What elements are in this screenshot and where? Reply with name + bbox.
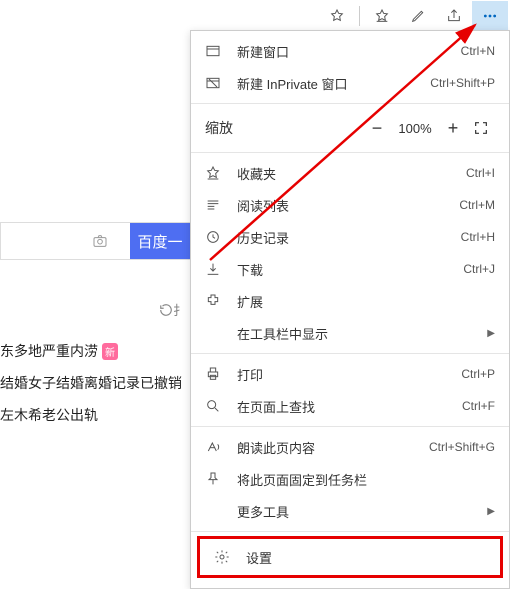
menu-print[interactable]: 打印 Ctrl+P	[191, 358, 509, 390]
search-button[interactable]: 百度一	[130, 223, 190, 259]
share-icon[interactable]	[436, 1, 472, 31]
browser-toolbar	[0, 0, 510, 32]
menu-label: 更多工具	[237, 502, 479, 521]
menu-shortcut: Ctrl+N	[461, 44, 495, 58]
extensions-icon	[205, 293, 227, 309]
news-item[interactable]: 结婚女子结婚离婚记录已撤销	[0, 367, 190, 399]
search-icon	[205, 398, 227, 414]
menu-label: 阅读列表	[237, 196, 459, 215]
more-menu-button[interactable]	[472, 1, 508, 31]
zoom-value: 100%	[391, 121, 439, 136]
news-item[interactable]: 东多地严重内涝 新	[0, 335, 190, 367]
menu-more-tools[interactable]: 更多工具 ▶	[191, 495, 509, 527]
star-icon	[205, 165, 227, 181]
menu-label: 新建 InPrivate 窗口	[237, 74, 430, 93]
menu-shortcut: Ctrl+F	[462, 399, 495, 413]
menu-label: 下载	[237, 260, 463, 279]
window-icon	[205, 43, 227, 59]
chevron-right-icon: ▶	[487, 506, 495, 517]
camera-icon[interactable]	[70, 233, 130, 249]
menu-label: 设置	[246, 548, 486, 567]
favorite-star-icon[interactable]	[319, 1, 355, 31]
menu-separator	[191, 103, 509, 104]
settings-highlight-box: 设置	[197, 536, 503, 578]
menu-label: 扩展	[237, 292, 495, 311]
inprivate-icon	[205, 75, 227, 91]
menu-separator	[191, 426, 509, 427]
toolbar-divider	[359, 6, 360, 26]
menu-shortcut: Ctrl+M	[459, 198, 495, 212]
read-aloud-icon	[205, 439, 227, 455]
menu-label: 收藏夹	[237, 164, 466, 183]
news-text: 结婚女子结婚离婚记录已撤销	[0, 373, 182, 393]
news-list: 东多地严重内涝 新 结婚女子结婚离婚记录已撤销 左木希老公出轨	[0, 335, 190, 431]
reading-list-icon	[205, 197, 227, 213]
menu-shortcut: Ctrl+H	[461, 230, 495, 244]
zoom-in-button[interactable]: +	[439, 114, 467, 142]
zoom-label: 缩放	[205, 118, 363, 138]
refresh-label: 扌	[173, 300, 186, 319]
menu-label: 打印	[237, 365, 461, 384]
menu-downloads[interactable]: 下载 Ctrl+J	[191, 253, 509, 285]
favorites-list-icon[interactable]	[364, 1, 400, 31]
new-badge: 新	[102, 343, 118, 360]
menu-shortcut: Ctrl+P	[461, 367, 495, 381]
menu-new-inprivate[interactable]: 新建 InPrivate 窗口 Ctrl+Shift+P	[191, 67, 509, 99]
menu-separator	[191, 353, 509, 354]
menu-label: 朗读此页内容	[237, 438, 429, 457]
chevron-right-icon: ▶	[487, 328, 495, 339]
menu-separator	[191, 531, 509, 532]
pin-icon	[205, 471, 227, 487]
menu-label: 将此页面固定到任务栏	[237, 470, 495, 489]
refresh-indicator[interactable]: 扌	[0, 300, 190, 319]
history-icon	[205, 229, 227, 245]
menu-shortcut: Ctrl+J	[463, 262, 495, 276]
menu-reading-list[interactable]: 阅读列表 Ctrl+M	[191, 189, 509, 221]
news-item[interactable]: 左木希老公出轨	[0, 399, 190, 431]
menu-show-in-toolbar[interactable]: 在工具栏中显示 ▶	[191, 317, 509, 349]
gear-icon	[214, 549, 236, 565]
menu-extensions[interactable]: 扩展	[191, 285, 509, 317]
more-menu: 新建窗口 Ctrl+N 新建 InPrivate 窗口 Ctrl+Shift+P…	[190, 30, 510, 589]
menu-label: 新建窗口	[237, 42, 461, 61]
download-icon	[205, 261, 227, 277]
page-background: 百度一 扌 东多地严重内涝 新 结婚女子结婚离婚记录已撤销 左木希老公出轨	[0, 32, 190, 546]
menu-shortcut: Ctrl+Shift+P	[430, 76, 495, 90]
menu-history[interactable]: 历史记录 Ctrl+H	[191, 221, 509, 253]
menu-favorites[interactable]: 收藏夹 Ctrl+I	[191, 157, 509, 189]
menu-separator	[191, 152, 509, 153]
news-text: 东多地严重内涝	[0, 341, 98, 361]
zoom-out-button[interactable]: −	[363, 114, 391, 142]
search-bar: 百度一	[0, 222, 190, 260]
menu-read-aloud[interactable]: 朗读此页内容 Ctrl+Shift+G	[191, 431, 509, 463]
menu-pin-taskbar[interactable]: 将此页面固定到任务栏	[191, 463, 509, 495]
menu-shortcut: Ctrl+I	[466, 166, 495, 180]
print-icon	[205, 366, 227, 382]
menu-label: 在工具栏中显示	[237, 324, 479, 343]
menu-find[interactable]: 在页面上查找 Ctrl+F	[191, 390, 509, 422]
menu-settings[interactable]: 设置	[200, 539, 500, 575]
menu-shortcut: Ctrl+Shift+G	[429, 440, 495, 454]
fullscreen-button[interactable]	[467, 114, 495, 142]
menu-label: 在页面上查找	[237, 397, 462, 416]
notes-icon[interactable]	[400, 1, 436, 31]
menu-new-window[interactable]: 新建窗口 Ctrl+N	[191, 35, 509, 67]
menu-zoom-row: 缩放 − 100% +	[191, 108, 509, 148]
news-text: 左木希老公出轨	[0, 405, 98, 425]
menu-label: 历史记录	[237, 228, 461, 247]
